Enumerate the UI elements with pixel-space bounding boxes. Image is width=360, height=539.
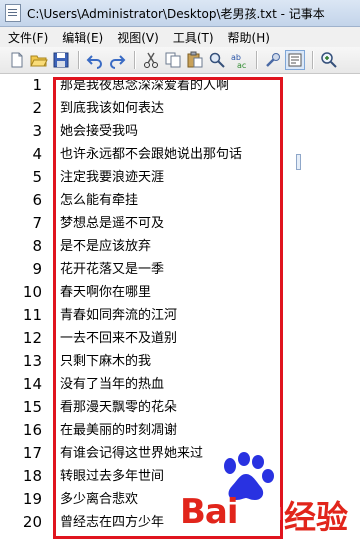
- line-number: 1: [32, 76, 42, 94]
- window-title: C:\Users\Administrator\Desktop\老男孩.txt -…: [27, 6, 325, 21]
- line-number: 5: [32, 168, 42, 186]
- toolbar-separator: [78, 51, 79, 69]
- open-file-icon[interactable]: [30, 51, 48, 69]
- title-bar[interactable]: C:\Users\Administrator\Desktop\老男孩.txt -…: [0, 0, 360, 27]
- watermark-brand-du: du: [248, 498, 283, 526]
- line-number: 16: [22, 421, 42, 439]
- replace-icon[interactable]: abac: [230, 51, 248, 69]
- menu-bar: 文件(F) 编辑(E) 视图(V) 工具(T) 帮助(H): [0, 27, 360, 47]
- line-number: 18: [22, 467, 42, 485]
- text-cursor-marker: [296, 154, 301, 170]
- line-number: 11: [22, 306, 42, 324]
- toolbar-separator: [134, 51, 135, 69]
- find-icon[interactable]: [208, 51, 226, 69]
- watermark-brand-bai: Bai: [180, 492, 239, 532]
- menu-edit[interactable]: 编辑(E): [54, 29, 109, 46]
- line-number: 7: [32, 214, 42, 232]
- line-number-gutter: 1 2 3 4 5 6 7 8 9 10 11 12 13 14 15 16 1…: [0, 74, 46, 539]
- line-number: 13: [22, 352, 42, 370]
- line-number: 6: [32, 191, 42, 209]
- menu-file[interactable]: 文件(F): [0, 29, 54, 46]
- save-icon[interactable]: [52, 51, 70, 69]
- options-icon[interactable]: [285, 50, 305, 70]
- line-number: 3: [32, 122, 42, 140]
- menu-tools[interactable]: 工具(T): [165, 29, 220, 46]
- line-number: 17: [22, 444, 42, 462]
- line-number: 9: [32, 260, 42, 278]
- paste-icon[interactable]: [186, 51, 204, 69]
- new-file-icon[interactable]: [8, 51, 26, 69]
- watermark-brand-jingyan: 经验: [284, 498, 349, 536]
- toolbar-separator: [256, 51, 257, 69]
- line-number: 15: [22, 398, 42, 416]
- line-number: 8: [32, 237, 42, 255]
- tools-icon[interactable]: [264, 51, 282, 69]
- toolbar-separator: [312, 51, 313, 69]
- line-number: 12: [22, 329, 42, 347]
- toolbar: ab ac: [0, 47, 360, 74]
- baidu-jingyan-watermark: Bai du 经验: [172, 448, 360, 539]
- cut-icon[interactable]: [142, 51, 160, 69]
- redo-icon[interactable]: [108, 51, 126, 69]
- notepad-app-icon[interactable]: [5, 4, 21, 22]
- menu-help[interactable]: 帮助(H): [220, 29, 276, 46]
- line-number: 2: [32, 99, 42, 117]
- line-number: 4: [32, 145, 42, 163]
- menu-view[interactable]: 视图(V): [109, 29, 165, 46]
- line-number: 10: [22, 283, 42, 301]
- line-number: 19: [22, 490, 42, 508]
- zoom-icon[interactable]: [320, 51, 338, 69]
- line-number: 20: [22, 513, 42, 531]
- line-number: 14: [22, 375, 42, 393]
- svg-text:ac: ac: [237, 61, 246, 69]
- undo-icon[interactable]: [86, 51, 104, 69]
- copy-icon[interactable]: [164, 51, 182, 69]
